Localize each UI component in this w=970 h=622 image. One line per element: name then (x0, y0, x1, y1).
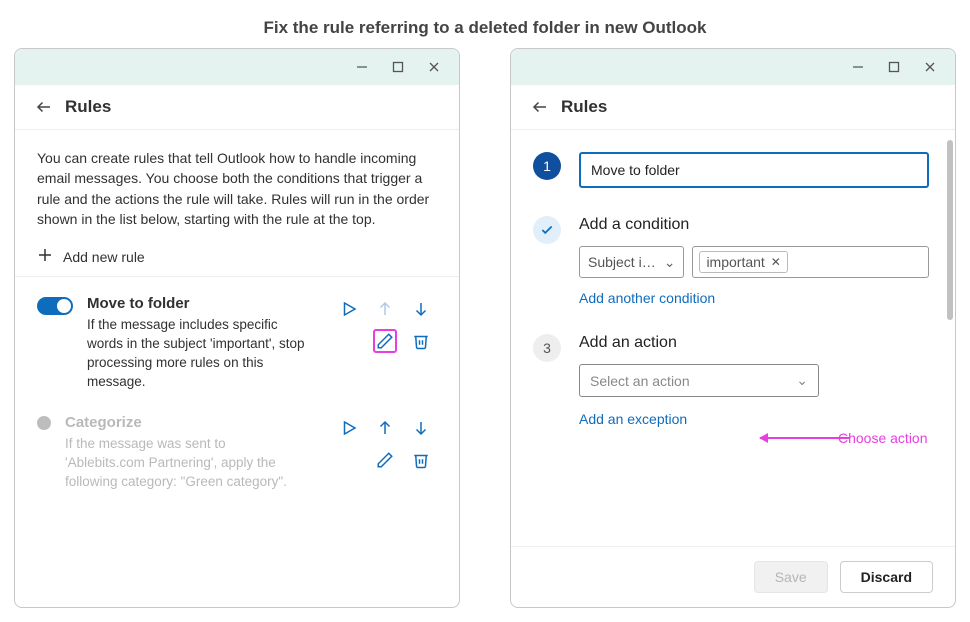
run-icon[interactable] (337, 416, 361, 440)
rule-item: Categorize If the message was sent to 'A… (37, 396, 437, 496)
panel-header: Rules (15, 85, 459, 130)
back-arrow-icon[interactable] (35, 98, 53, 116)
panel-title: Rules (65, 97, 111, 117)
edit-icon[interactable] (373, 329, 397, 353)
rule-description: If the message was sent to 'Ablebits.com… (65, 435, 295, 492)
condition-field-select[interactable]: Subject i… ⌄ (579, 246, 684, 278)
condition-tag-label: important (706, 254, 764, 270)
move-down-icon[interactable] (409, 297, 433, 321)
rule-toggle[interactable] (37, 297, 73, 315)
step-action-title: Add an action (579, 334, 929, 352)
back-arrow-icon[interactable] (531, 98, 549, 116)
window-titlebar (511, 49, 955, 85)
maximize-icon[interactable] (391, 60, 405, 74)
add-rule-label: Add new rule (63, 249, 145, 265)
panel-header: Rules (511, 85, 955, 130)
move-up-icon[interactable] (373, 416, 397, 440)
remove-tag-icon[interactable]: ✕ (771, 255, 781, 269)
action-select-placeholder: Select an action (590, 373, 690, 389)
annotation-arrow (760, 437, 850, 439)
condition-value-input[interactable]: important ✕ (692, 246, 929, 278)
add-exception-link[interactable]: Add an exception (579, 411, 687, 427)
page-title: Fix the rule referring to a deleted fold… (0, 0, 970, 48)
chevron-down-icon: ⌄ (796, 372, 808, 389)
save-button: Save (754, 561, 828, 593)
action-select[interactable]: Select an action ⌄ (579, 364, 819, 397)
step-badge-check-icon (533, 216, 561, 244)
maximize-icon[interactable] (887, 60, 901, 74)
delete-icon[interactable] (409, 329, 433, 353)
move-up-icon (373, 297, 397, 321)
condition-tag: important ✕ (699, 251, 787, 273)
step-condition-title: Add a condition (579, 216, 929, 234)
annotation-label: Choose action (838, 430, 928, 446)
rule-editor-window: Rules 1 Add a condition Subject i… (510, 48, 956, 608)
step-badge-3: 3 (533, 334, 561, 362)
rule-name: Categorize (65, 414, 323, 431)
delete-icon[interactable] (409, 448, 433, 472)
minimize-icon[interactable] (851, 60, 865, 74)
rule-toggle[interactable] (37, 416, 51, 430)
run-icon[interactable] (337, 297, 361, 321)
scrollbar[interactable] (947, 140, 953, 320)
condition-field-value: Subject i… (588, 254, 656, 270)
minimize-icon[interactable] (355, 60, 369, 74)
plus-icon (37, 247, 53, 266)
editor-footer: Save Discard (511, 546, 955, 607)
add-condition-link[interactable]: Add another condition (579, 290, 715, 306)
rule-name-input[interactable] (579, 152, 929, 188)
discard-button[interactable]: Discard (840, 561, 933, 593)
step-badge-1: 1 (533, 152, 561, 180)
window-titlebar (15, 49, 459, 85)
rule-description: If the message includes specific words i… (87, 316, 317, 392)
rule-item: Move to folder If the message includes s… (37, 277, 437, 396)
rules-list-window: Rules You can create rules that tell Out… (14, 48, 460, 608)
panel-title: Rules (561, 97, 607, 117)
close-icon[interactable] (923, 60, 937, 74)
rules-intro-text: You can create rules that tell Outlook h… (37, 148, 437, 229)
chevron-down-icon: ⌄ (664, 254, 676, 271)
close-icon[interactable] (427, 60, 441, 74)
rule-name: Move to folder (87, 295, 323, 312)
move-down-icon[interactable] (409, 416, 433, 440)
add-rule-button[interactable]: Add new rule (37, 247, 437, 266)
edit-icon[interactable] (373, 448, 397, 472)
